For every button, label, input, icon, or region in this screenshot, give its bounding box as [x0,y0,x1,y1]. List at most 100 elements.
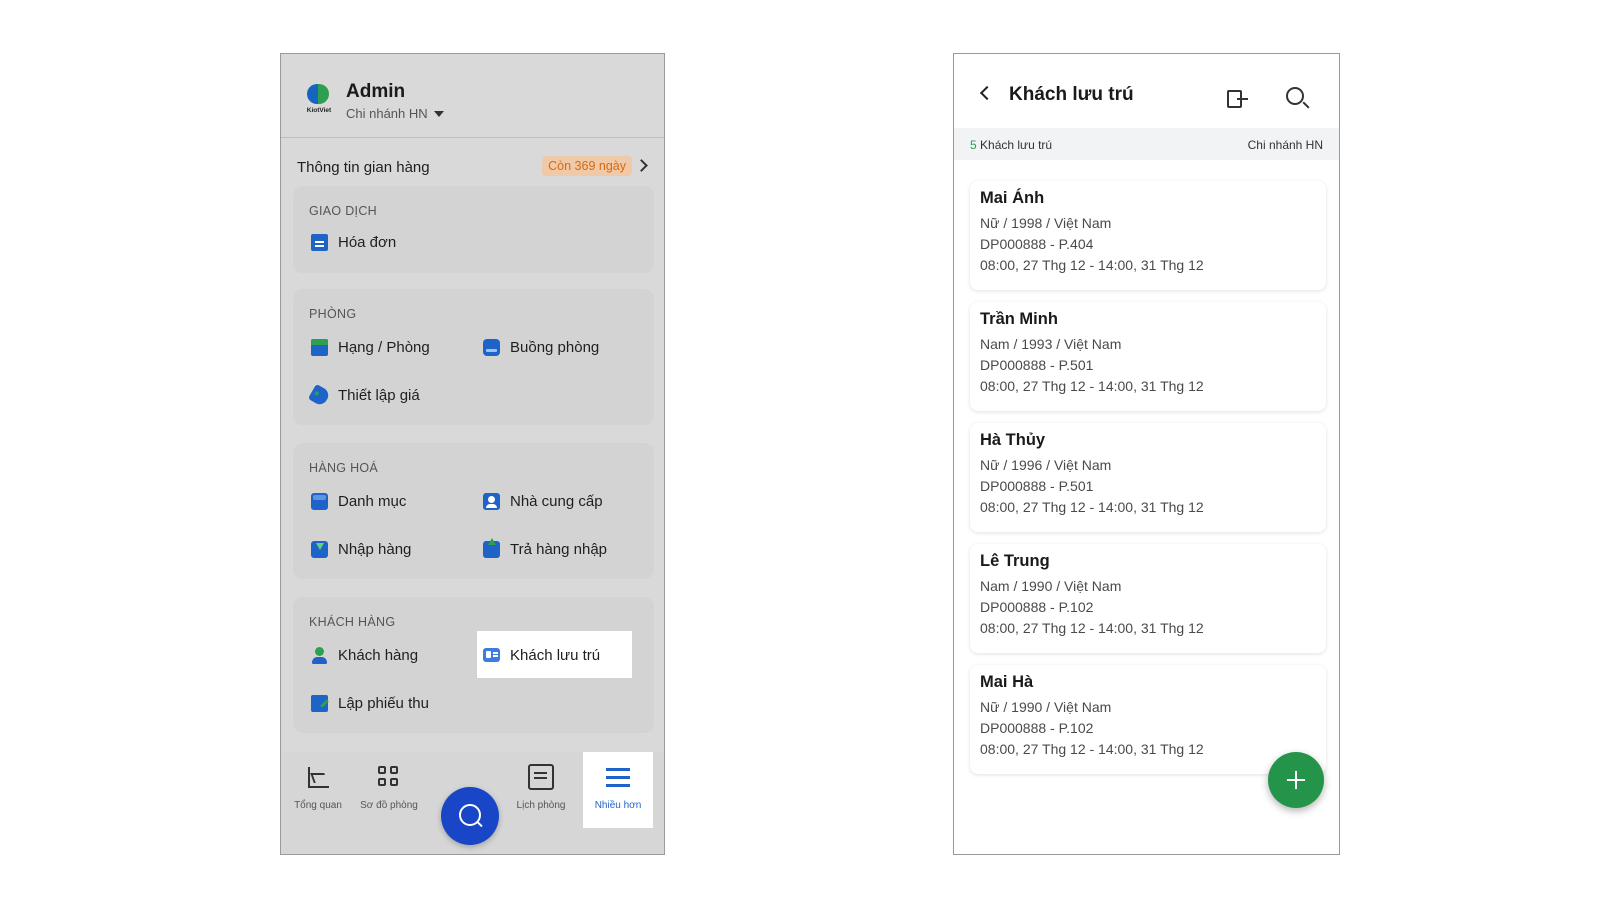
price-tag-icon [307,383,332,407]
export-icon[interactable] [1227,90,1248,108]
subscription-badge: Còn 369 ngày [542,156,632,176]
branch-label: Chi nhánh HN [346,106,428,121]
guest-name: Lê Trung [980,552,1050,570]
menu-item-invoice[interactable]: Hóa đơn [311,229,396,255]
guest-card[interactable]: Lê Trung Nam / 1990 / Việt Nam DP000888 … [970,544,1326,653]
menu-item-label: Hạng / Phòng [338,338,430,356]
account-header: KiotViet Admin Chi nhánh HN [281,54,664,138]
guest-list: Mai Ánh Nữ / 1998 / Việt Nam DP000888 - … [970,181,1326,786]
nav-overview[interactable]: Tổng quan [283,764,353,811]
grid-icon [376,764,402,790]
guest-count: 5 Khách lưu trú [970,138,1053,152]
menu-item-label: Danh mục [338,492,407,510]
back-arrow-icon[interactable] [979,85,995,101]
menu-item-return-import[interactable]: Trả hàng nhập [483,536,607,562]
guest-info: Nữ / 1998 / Việt Nam [980,215,1112,231]
chevron-right-icon [635,159,648,172]
guest-name: Hà Thủy [980,431,1046,449]
guest-info: Nữ / 1990 / Việt Nam [980,699,1112,715]
menu-item-catalog[interactable]: Danh mục [311,488,406,514]
guest-info: Nam / 1990 / Việt Nam [980,578,1122,594]
return-icon [483,537,500,558]
store-info-label: Thông tin gian hàng [297,159,430,176]
guest-info: Nam / 1993 / Việt Nam [980,336,1122,352]
menu-item-import[interactable]: Nhập hàng [311,536,411,562]
kiotviet-logo: KiotViet [303,84,335,118]
guest-booking: DP000888 - P.102 [980,599,1094,615]
guest-card[interactable]: Mai Ánh Nữ / 1998 / Việt Nam DP000888 - … [970,181,1326,290]
supplier-icon [483,492,500,510]
box-icon [311,492,328,510]
user-name: Admin [346,81,406,102]
menu-item-label: Nhập hàng [338,540,412,558]
menu-item-label: Buồng phòng [510,338,600,356]
nav-label: Nhiều hơn [594,800,642,811]
search-icon[interactable] [1286,87,1304,105]
section-title: HÀNG HOÁ [309,461,379,475]
guest-time: 08:00, 27 Thg 12 - 14:00, 31 Thg 12 [980,741,1204,757]
guest-name: Mai Hà [980,673,1034,691]
guest-card[interactable]: Trần Minh Nam / 1993 / Việt Nam DP000888… [970,302,1326,411]
receipt-icon [311,694,328,712]
scan-button[interactable] [441,787,499,845]
caret-down-icon [433,110,444,117]
section-goods: HÀNG HOÁ Danh mục Nhà cung cấp Nhập hàng… [293,443,654,579]
more-menu-screen: KiotViet Admin Chi nhánh HN Thông tin gi… [280,53,665,855]
menu-item-guests[interactable]: Khách lưu trú [483,642,600,668]
section-rooms: PHÒNG Hạng / Phòng Buồng phòng Thiết lập… [293,289,654,425]
top-bar: Khách lưu trú [954,54,1339,126]
menu-item-pricing[interactable]: Thiết lập giá [307,382,420,408]
menu-item-label: Nhà cung cấp [510,492,603,510]
guest-booking: DP000888 - P.404 [980,236,1094,252]
guest-time: 08:00, 27 Thg 12 - 14:00, 31 Thg 12 [980,257,1204,273]
menu-icon [605,764,631,790]
section-title: KHÁCH HÀNG [309,615,396,629]
summary-bar: 5 Khách lưu trú Chi nhánh HN [954,128,1339,160]
menu-item-label: Khách hàng [338,646,419,664]
customer-icon [311,646,328,664]
menu-item-label: Thiết lập giá [338,386,420,404]
guest-booking: DP000888 - P.501 [980,357,1094,373]
store-info-row[interactable]: Thông tin gian hàng Còn 369 ngày [281,139,664,191]
calendar-icon [528,764,554,790]
menu-item-label: Lập phiếu thu [338,694,429,712]
page-title: Khách lưu trú [1009,84,1134,105]
nav-label: Tổng quan [294,800,342,811]
nav-label: Sơ đồ phòng [360,800,418,811]
guest-time: 08:00, 27 Thg 12 - 14:00, 31 Thg 12 [980,378,1204,394]
section-customers: KHÁCH HÀNG Khách hàng Khách lưu trú Lập … [293,597,654,733]
guest-name: Mai Ánh [980,189,1045,207]
branch-selector[interactable]: Chi nhánh HN [346,106,444,121]
invoice-icon [311,233,328,251]
branch-label: Chi nhánh HN [1247,138,1323,152]
menu-item-housekeeping[interactable]: Buồng phòng [483,334,599,360]
import-icon [311,540,328,558]
nav-room-map[interactable]: Sơ đồ phòng [354,764,424,811]
menu-item-label: Trả hàng nhập [510,540,608,558]
guest-booking: DP000888 - P.501 [980,478,1094,494]
menu-item-room-class[interactable]: Hạng / Phòng [311,334,430,360]
nav-label: Lịch phòng [516,800,566,811]
housekeeping-icon [483,338,500,356]
section-transactions: GIAO DỊCH Hóa đơn [293,186,654,273]
menu-item-receipt[interactable]: Lập phiếu thu [311,690,429,716]
chart-icon [305,764,331,790]
bed-icon [311,338,328,356]
guest-time: 08:00, 27 Thg 12 - 14:00, 31 Thg 12 [980,499,1204,515]
id-card-icon [483,648,500,662]
menu-item-customers[interactable]: Khách hàng [311,642,418,668]
section-title: PHÒNG [309,307,357,321]
menu-item-suppliers[interactable]: Nhà cung cấp [483,488,603,514]
guest-card[interactable]: Mai Hà Nữ / 1990 / Việt Nam DP000888 - P… [970,665,1326,774]
add-guest-button[interactable] [1268,752,1324,808]
guest-name: Trần Minh [980,310,1058,328]
guest-list-screen: Khách lưu trú 5 Khách lưu trú Chi nhánh … [953,53,1340,855]
guest-card[interactable]: Hà Thủy Nữ / 1996 / Việt Nam DP000888 - … [970,423,1326,532]
guest-time: 08:00, 27 Thg 12 - 14:00, 31 Thg 12 [980,620,1204,636]
section-title: GIAO DỊCH [309,204,377,218]
guest-info: Nữ / 1996 / Việt Nam [980,457,1112,473]
nav-more[interactable]: Nhiều hơn [583,752,653,828]
menu-item-label: Hóa đơn [338,233,397,251]
guest-booking: DP000888 - P.102 [980,720,1094,736]
menu-item-label: Khách lưu trú [510,646,601,664]
